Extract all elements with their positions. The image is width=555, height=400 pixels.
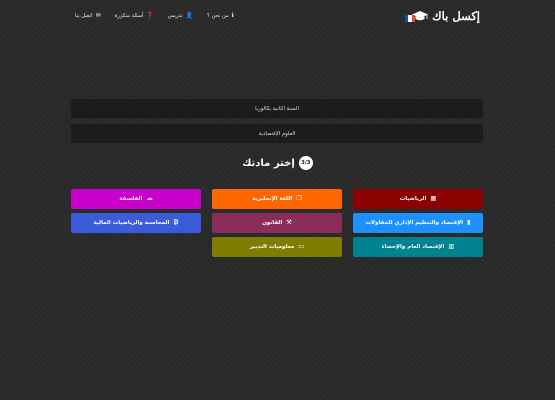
subject-general-economics-button[interactable]: ▥ الإقتصاد العام والإحصاء: [353, 237, 483, 257]
subject-management-it-button[interactable]: ▭ معلوميات التدبير: [212, 237, 342, 257]
gavel-icon: ⚒: [286, 218, 292, 226]
user-icon: 👤: [185, 12, 194, 19]
subject-label: الفلسفة: [119, 196, 143, 202]
selected-branch-bar[interactable]: العلوم الإقتصادية: [71, 124, 483, 143]
selected-level-bar[interactable]: السنة الثانية بكالوريا: [71, 99, 483, 118]
cloud-icon: ☁: [146, 194, 153, 202]
subject-philosophy-button[interactable]: ☁ الفلسفة: [71, 189, 201, 209]
bitcoin-icon: ₿: [173, 218, 179, 226]
calculator-icon: ▦: [430, 194, 437, 202]
laptop-icon: ▭: [298, 242, 305, 250]
subject-label: الرياضيات: [399, 196, 427, 202]
subject-english-button[interactable]: ❐ اللغة الإنجليزية: [212, 189, 342, 209]
flag-red-stripe: [411, 15, 415, 22]
subject-accounting-button[interactable]: ₿ المحاسبة والرياضيات المالية: [71, 213, 201, 233]
nav-teaching[interactable]: 👤 تدريس: [167, 12, 194, 20]
subject-label: الإقتصاد والتنظيم الإداري للمقاولات: [365, 220, 464, 226]
subject-label: المحاسبة والرياضيات المالية: [93, 220, 170, 226]
nav-faq[interactable]: ❓ أسئلة متكررة: [114, 12, 154, 20]
subject-law-button[interactable]: ⚒ القانون: [212, 213, 342, 233]
envelope-icon: ✉: [95, 12, 101, 19]
subject-label: القانون: [262, 220, 283, 226]
document-icon: ▮: [467, 218, 471, 226]
nav-contact-label: اتصل بنا: [75, 13, 93, 19]
question-icon: ❓: [146, 12, 154, 19]
nav-about[interactable]: ℹ من نحن ؟: [207, 12, 234, 20]
language-flag-icon[interactable]: [405, 15, 415, 22]
brand-name: إكسل باك: [432, 9, 480, 23]
bar-chart-icon: ▥: [448, 242, 455, 250]
header: إكسل باك ℹ من نحن ؟ 👤 تدريس ❓ أسئلة متكر…: [0, 0, 555, 36]
subject-business-economics-button[interactable]: ▮ الإقتصاد والتنظيم الإداري للمقاولات: [353, 213, 483, 233]
copy-icon: ❐: [296, 194, 302, 202]
step-badge: 3/3: [298, 156, 313, 170]
info-icon: ℹ: [231, 12, 234, 19]
nav-contact[interactable]: ✉ اتصل بنا: [75, 12, 101, 20]
subject-math-button[interactable]: ▦ الرياضيات: [353, 189, 483, 209]
nav-about-label: من نحن ؟: [207, 13, 229, 19]
nav-faq-label: أسئلة متكررة: [114, 13, 144, 19]
subject-label: اللغة الإنجليزية: [252, 196, 293, 202]
step-title: إختر مادتك: [242, 157, 295, 169]
nav-teaching-label: تدريس: [167, 13, 183, 19]
brand-logo[interactable]: إكسل باك: [412, 9, 480, 23]
subject-label: الإقتصاد العام والإحصاء: [381, 244, 445, 250]
top-nav: ℹ من نحن ؟ 👤 تدريس ❓ أسئلة متكررة ✉ اتصل…: [75, 12, 234, 20]
step-heading: 3/3 إختر مادتك: [0, 154, 555, 172]
subject-label: معلوميات التدبير: [249, 244, 295, 250]
